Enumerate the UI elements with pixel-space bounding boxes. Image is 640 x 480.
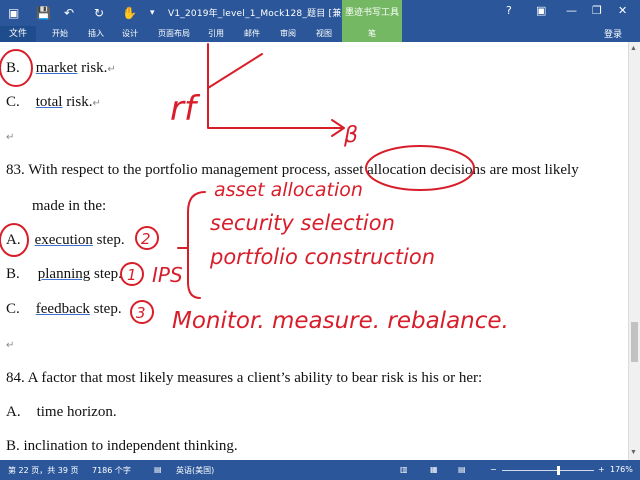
language-status[interactable]: 英语(美国) (176, 465, 214, 476)
status-bar: 第 22 页，共 39 页 7186 个字 ▤ 英语(美国) ▥ ▦ ▤ − +… (0, 460, 640, 480)
ribbon-display-icon[interactable]: ▣ (536, 4, 546, 17)
graph-axes (207, 43, 343, 129)
scroll-up-icon[interactable]: ▲ (630, 44, 637, 52)
redo-icon[interactable]: ↻ (94, 5, 104, 21)
tab-layout[interactable]: 页面布局 (158, 28, 190, 39)
print-layout-icon[interactable]: ▦ (430, 465, 438, 474)
tab-review[interactable]: 审阅 (280, 28, 296, 39)
minimize-button[interactable]: — (566, 4, 577, 17)
tab-mailings[interactable]: 邮件 (244, 28, 260, 39)
customize-toolbar-icon[interactable]: ▾ (150, 5, 155, 21)
word-app-icon[interactable]: ▣ (8, 5, 19, 21)
ink-handwriting: rf β asset allocation security selection… (127, 89, 509, 334)
brace-left (187, 191, 206, 299)
tab-references[interactable]: 引用 (208, 28, 224, 39)
title-bar: ▣ 💾 ↶ ↻ ✋ ▾ V1_2019年_level_1_Mock128_题目 … (0, 0, 640, 26)
document-title: V1_2019年_level_1_Mock128_题目 [兼容模... (168, 9, 369, 19)
ink-security-selection: security selection (210, 211, 395, 235)
read-mode-icon[interactable]: ▥ (400, 465, 408, 474)
ink-portfolio-construction: portfolio construction (209, 245, 435, 269)
circle-q83-a (0, 223, 29, 257)
scroll-down-icon[interactable]: ▼ (630, 448, 637, 456)
tab-design[interactable]: 设计 (122, 28, 138, 39)
tab-pen[interactable]: 笔 (342, 26, 402, 42)
tab-insert[interactable]: 插入 (88, 28, 104, 39)
page-count[interactable]: 第 22 页，共 39 页 (8, 465, 79, 476)
ink-tools-context-tab[interactable]: 墨迹书写工具 (342, 0, 402, 26)
ink-number-1: 1 (127, 266, 137, 284)
ink-rf: rf (170, 89, 201, 129)
sign-in-link[interactable]: 登录 (604, 27, 622, 40)
tab-home[interactable]: 开始 (52, 28, 68, 39)
proofing-icon[interactable]: ▤ (154, 465, 162, 474)
help-button[interactable]: ? (506, 4, 512, 17)
zoom-slider-thumb[interactable] (556, 466, 560, 475)
zoom-out-icon[interactable]: − (490, 465, 497, 474)
document-page[interactable]: B. market risk.↵ C. total risk.↵ ↵ 83. Wit… (0, 42, 628, 460)
zoom-level[interactable]: 176% (610, 465, 633, 474)
zoom-in-icon[interactable]: + (598, 465, 605, 474)
circle-q82-b (0, 49, 33, 87)
vertical-scrollbar[interactable]: ▲ ▼ (628, 42, 640, 460)
web-layout-icon[interactable]: ▤ (458, 465, 466, 474)
ink-annotations-layer: rf β asset allocation security selection… (0, 43, 509, 334)
ink-beta: β (343, 123, 358, 148)
zoom-slider-track[interactable] (502, 470, 594, 471)
tab-view[interactable]: 视图 (316, 28, 332, 39)
tab-file[interactable]: 文件 (0, 26, 36, 42)
restore-button[interactable]: ❐ (592, 4, 602, 17)
ink-ips: IPS (152, 263, 183, 287)
close-button[interactable]: ✕ (618, 4, 627, 17)
ink-asset-allocation: asset allocation (214, 179, 363, 201)
word-count[interactable]: 7186 个字 (92, 465, 131, 476)
ink-number-3: 3 (136, 304, 146, 322)
graph-line (207, 53, 263, 89)
save-icon[interactable]: 💾 (36, 5, 51, 21)
touch-mode-icon[interactable]: ✋ (122, 5, 137, 21)
undo-icon[interactable]: ↶ (64, 5, 74, 21)
scroll-thumb[interactable] (631, 322, 638, 362)
circle-asset-allocation (365, 145, 475, 191)
ink-monitor-measure-rebalance: Monitor. measure. rebalance. (172, 308, 509, 334)
ribbon-tabs: 文件 开始 插入 设计 页面布局 引用 邮件 审阅 视图 笔 登录 (0, 26, 640, 42)
ink-number-2: 2 (141, 230, 151, 248)
